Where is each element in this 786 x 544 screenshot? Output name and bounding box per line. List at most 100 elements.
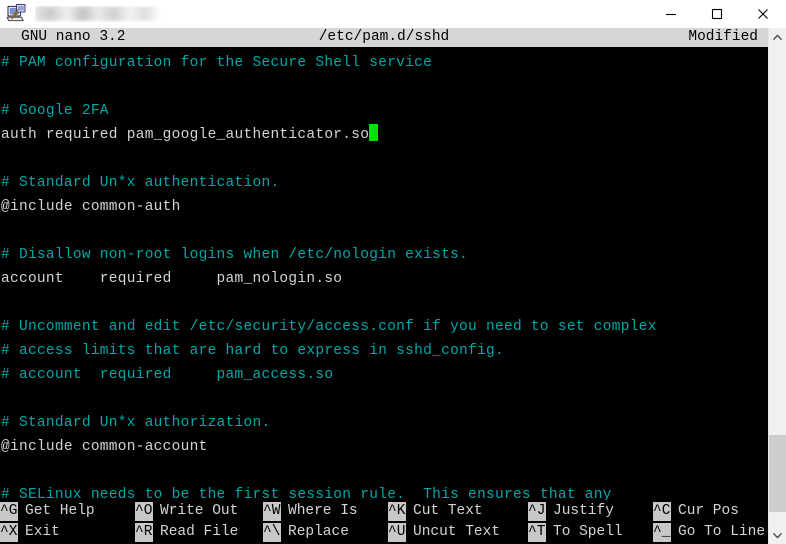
text-cursor (369, 124, 379, 141)
help-shortcut-key: ^U (388, 523, 406, 542)
editor-line: # Standard Un*x authentication. (0, 171, 768, 195)
editor-line (0, 75, 768, 99)
nano-version: GNU nano 3.2 (21, 29, 126, 45)
help-shortcut-label: Replace (288, 524, 349, 540)
help-shortcut-key: ^O (135, 502, 153, 521)
help-shortcut[interactable]: ^G Get Help (0, 501, 135, 522)
editor-line-text: # access limits that are hard to express… (1, 343, 504, 359)
nano-help-bar: ^G Get Help ^X Exit ^O Write Out ^R Read File ^W… (0, 500, 768, 544)
vertical-scrollbar[interactable] (768, 28, 786, 544)
nano-modified-flag: Modified (688, 29, 758, 45)
editor-line (0, 459, 768, 483)
editor-line-text: auth required pam_google_authenticator.s… (1, 127, 370, 143)
editor-line-text: # SELinux needs to be the first session … (1, 487, 612, 500)
editor-line-text: @include common-account (1, 439, 208, 455)
help-shortcut-label: Go To Line (678, 524, 766, 540)
window-titlebar[interactable] (0, 0, 786, 28)
editor-line-text: # Google 2FA (1, 103, 109, 119)
editor-line-text (1, 295, 10, 311)
help-shortcut-label: Read File (160, 524, 239, 540)
scroll-up-arrow-icon[interactable] (769, 28, 786, 46)
help-shortcut-key: ^G (0, 502, 18, 521)
help-column: ^G Get Help ^X Exit (0, 501, 135, 543)
help-shortcut[interactable]: ^U Uncut Text (388, 522, 528, 543)
editor-line (0, 387, 768, 411)
editor-line (0, 147, 768, 171)
help-shortcut-label: Write Out (160, 503, 239, 519)
help-column: ^K Cut Text ^U Uncut Text (388, 501, 528, 543)
help-shortcut-key: ^\ (263, 523, 281, 542)
editor-line (0, 291, 768, 315)
editor-line: # SELinux needs to be the first session … (0, 483, 768, 500)
help-column: ^O Write Out ^R Read File (135, 501, 263, 543)
editor-line-text: @include common-auth (1, 199, 181, 215)
editor-line: auth required pam_google_authenticator.s… (0, 123, 768, 147)
help-shortcut[interactable]: ^T To Spell (528, 522, 653, 543)
help-shortcut-label: Justify (553, 503, 614, 519)
nano-filename: /etc/pam.d/sshd (318, 29, 450, 45)
help-shortcut[interactable]: ^K Cut Text (388, 501, 528, 522)
help-shortcut[interactable]: ^R Read File (135, 522, 263, 543)
nano-status-bar: GNU nano 3.2 /etc/pam.d/sshd Modified (0, 28, 768, 47)
help-shortcut[interactable]: ^\ Replace (263, 522, 388, 543)
window-title (35, 5, 648, 22)
editor-line: # account required pam_access.so (0, 363, 768, 387)
scrollbar-thumb[interactable] (769, 434, 786, 512)
help-shortcut-key: ^J (528, 502, 546, 521)
help-shortcut-key: ^X (0, 523, 18, 542)
editor-line: account required pam_nologin.so (0, 267, 768, 291)
help-column: ^C Cur Pos ^_ Go To Line (653, 501, 765, 543)
help-shortcut[interactable]: ^X Exit (0, 522, 135, 543)
minimize-button[interactable] (648, 0, 694, 28)
editor-line-text: # Standard Un*x authentication. (1, 175, 280, 191)
editor-line-text: # Disallow non-root logins when /etc/nol… (1, 247, 469, 263)
editor-line-text (1, 79, 10, 95)
editor-line: @include common-auth (0, 195, 768, 219)
putty-icon (5, 3, 27, 25)
window-controls (648, 0, 786, 28)
help-shortcut-label: Cut Text (413, 503, 483, 519)
editor-line-text: # PAM configuration for the Secure Shell… (1, 55, 433, 71)
editor-line-text (1, 151, 10, 167)
help-shortcut-label: Uncut Text (413, 524, 501, 540)
editor-line: @include common-account (0, 435, 768, 459)
close-button[interactable] (740, 0, 786, 28)
help-shortcut-key: ^K (388, 502, 406, 521)
help-shortcut-label: Exit (25, 524, 60, 540)
help-shortcut-key: ^_ (653, 523, 671, 542)
maximize-button[interactable] (694, 0, 740, 28)
editor-line: # Google 2FA (0, 99, 768, 123)
window-title-redacted (35, 5, 160, 21)
editor-line-text: # Standard Un*x authorization. (1, 415, 271, 431)
help-shortcut[interactable]: ^W Where Is (263, 501, 388, 522)
editor-line-text (1, 463, 10, 479)
help-column: ^J Justify ^T To Spell (528, 501, 653, 543)
editor-line: # Uncomment and edit /etc/security/acces… (0, 315, 768, 339)
editor-line-text: # account required pam_access.so (1, 367, 334, 383)
scroll-down-arrow-icon[interactable] (769, 526, 786, 544)
editor-line: # Standard Un*x authorization. (0, 411, 768, 435)
help-shortcut-key: ^C (653, 502, 671, 521)
help-shortcut-key: ^W (263, 502, 281, 521)
editor-buffer[interactable]: # PAM configuration for the Secure Shell… (0, 47, 768, 500)
help-shortcut-label: Cur Pos (678, 503, 739, 519)
help-shortcut-key: ^T (528, 523, 546, 542)
help-shortcut[interactable]: ^C Cur Pos (653, 501, 765, 522)
help-shortcut[interactable]: ^_ Go To Line (653, 522, 765, 543)
help-shortcut[interactable]: ^J Justify (528, 501, 653, 522)
terminal-screen[interactable]: GNU nano 3.2 /etc/pam.d/sshd Modified # … (0, 28, 768, 544)
editor-line (0, 219, 768, 243)
editor-line: # Disallow non-root logins when /etc/nol… (0, 243, 768, 267)
help-column: ^W Where Is ^\ Replace (263, 501, 388, 543)
editor-line: # access limits that are hard to express… (0, 339, 768, 363)
terminal-area: GNU nano 3.2 /etc/pam.d/sshd Modified # … (0, 28, 786, 544)
help-shortcut-label: Get Help (25, 503, 95, 519)
editor-line-text: account required pam_nologin.so (1, 271, 343, 287)
editor-line: # PAM configuration for the Secure Shell… (0, 51, 768, 75)
help-shortcut-label: Where Is (288, 503, 358, 519)
putty-window: GNU nano 3.2 /etc/pam.d/sshd Modified # … (0, 0, 786, 544)
scrollbar-track[interactable] (769, 46, 786, 526)
help-shortcut[interactable]: ^O Write Out (135, 501, 263, 522)
editor-line-text: # Uncomment and edit /etc/security/acces… (1, 319, 657, 335)
editor-line-text (1, 391, 10, 407)
